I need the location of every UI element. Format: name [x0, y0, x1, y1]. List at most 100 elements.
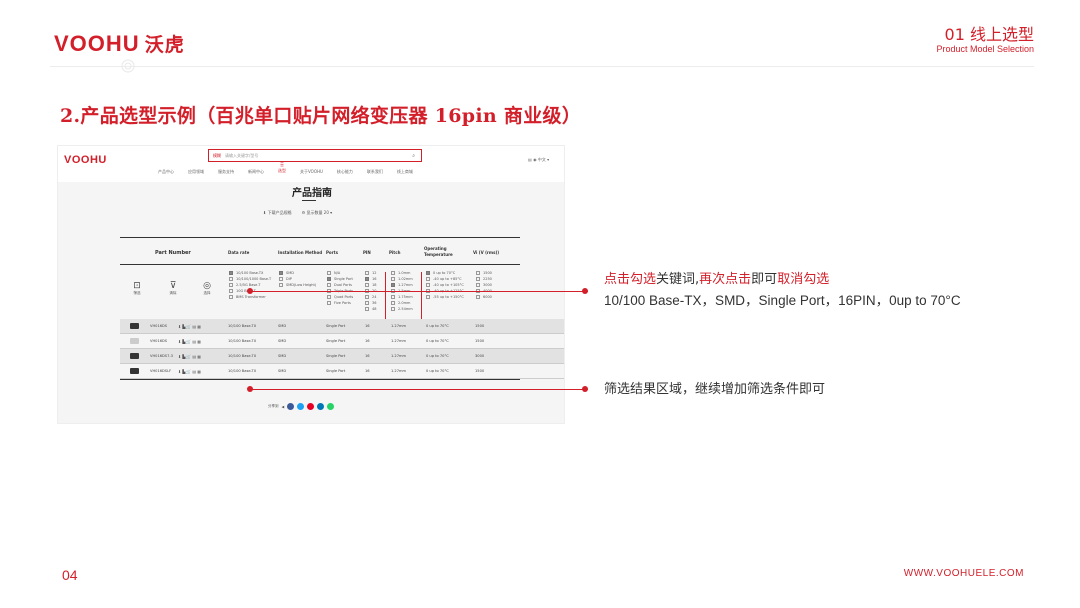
checkbox[interactable]	[365, 283, 369, 287]
linkedin-icon[interactable]	[317, 403, 325, 410]
row-tools[interactable]: ⬇▙🛒▤▦	[178, 339, 202, 344]
site-search-input[interactable]: 模糊 请输入关键字/型号 ⌕	[208, 149, 422, 162]
cell-temp: 0 up to 70°C	[426, 369, 449, 373]
checkbox[interactable]	[229, 283, 233, 287]
nav-item[interactable]: 新闻中心	[248, 169, 264, 175]
nav-item[interactable]: 线上商城	[397, 169, 413, 175]
checkbox[interactable]	[279, 277, 283, 281]
filter-option[interactable]: 2.54mm	[391, 306, 413, 312]
cell-part[interactable]: VH016DS	[150, 324, 167, 328]
row-tools[interactable]: ⬇▙🛒▤▦	[178, 324, 202, 329]
voohu-logo: VOOHU 沃虎	[54, 30, 185, 57]
checkbox[interactable]	[476, 277, 480, 281]
checkbox[interactable]	[391, 307, 395, 311]
col-ports: Ports	[326, 250, 338, 255]
checkbox[interactable]	[365, 295, 369, 299]
callout-span: 关键词,	[656, 272, 700, 287]
checkbox[interactable]	[365, 271, 369, 275]
header-divider	[50, 66, 1034, 67]
filter-option-label: 2.0mm	[398, 301, 411, 305]
table-row[interactable]: VH016DS7-3 ⬇▙🛒▤▦ 10/100 Base-TX SMD Sing…	[120, 349, 564, 364]
nav-item[interactable]: 核心能力	[337, 169, 353, 175]
nav-item[interactable]: 联系我们	[367, 169, 383, 175]
checkbox[interactable]	[229, 271, 233, 275]
whatsapp-icon[interactable]	[327, 403, 335, 410]
checkbox[interactable]	[426, 277, 430, 281]
nav-item[interactable]: 服务支持	[218, 169, 234, 175]
table-row[interactable]: VH016DS ⬇▙🛒▤▦ 10/100 Base-TX SMD Single …	[120, 319, 564, 334]
callout-results-text: 筛选结果区域，继续增加筛选条件即可	[604, 382, 826, 397]
cell-mount: SMD	[278, 339, 287, 343]
twitter-icon[interactable]	[297, 403, 305, 410]
checkbox[interactable]	[391, 295, 395, 299]
search-mode-tag[interactable]: 模糊	[213, 153, 221, 159]
filter-option-label: 16	[372, 277, 377, 281]
checkbox[interactable]	[391, 277, 395, 281]
checkbox[interactable]	[426, 295, 430, 299]
row-tools[interactable]: ⬇▙🛒▤▦	[178, 369, 202, 374]
filter-option-label: 18	[372, 283, 377, 287]
table-row[interactable]: VH016DSLF ⬇▙🛒▤▦ 10/100 Base-TX SMD Singl…	[120, 364, 564, 379]
download-button[interactable]: ⬇ 下载产品规格	[263, 210, 292, 216]
cell-pin: 16	[365, 354, 370, 358]
filter-divider-red	[385, 272, 386, 320]
nav-item[interactable]: 产品中心	[158, 169, 174, 175]
guide-actions: ⬇ 下载产品规格 ⚙ 显示数量 20 ▾	[263, 210, 332, 216]
filter-option[interactable]: -55 up to +150°C	[426, 294, 464, 300]
filter-button-label: 筛选	[133, 291, 141, 295]
col-pin: PIN	[363, 250, 371, 255]
checkbox[interactable]	[229, 277, 233, 281]
checkbox[interactable]	[229, 289, 233, 293]
checkbox[interactable]	[279, 271, 283, 275]
language-selector[interactable]: ▤ ◉ 中文 ▾	[528, 157, 549, 163]
checkbox[interactable]	[476, 271, 480, 275]
product-thumbnail	[130, 368, 139, 374]
nav-item[interactable]: 应用领域	[188, 169, 204, 175]
cell-part[interactable]: VH016DS	[150, 339, 167, 343]
nav-item[interactable]: 关于VOOHU	[300, 169, 323, 175]
checkbox[interactable]	[327, 271, 331, 275]
filter-option-label: 48	[372, 307, 377, 311]
checkbox[interactable]	[391, 301, 395, 305]
site-url[interactable]: WWW.VOOHUELE.COM	[904, 568, 1024, 579]
checkbox[interactable]	[229, 295, 233, 299]
pinterest-icon[interactable]	[307, 403, 315, 410]
clear-button[interactable]: ⊽ 清除	[164, 281, 182, 296]
cell-part[interactable]: VH016DSLF	[150, 369, 171, 373]
filter-option[interactable]: SMD(Low Height)	[279, 282, 316, 288]
filter-option[interactable]: 48	[365, 306, 376, 312]
checkbox[interactable]	[426, 271, 430, 275]
filter-option[interactable]: BMS Transformer	[229, 294, 271, 300]
checkbox[interactable]	[327, 301, 331, 305]
row-tools[interactable]: ⬇▙🛒▤▦	[178, 354, 202, 359]
checkbox[interactable]	[391, 271, 395, 275]
facebook-icon[interactable]	[287, 403, 295, 410]
checkbox[interactable]	[365, 277, 369, 281]
callout-span: 即可	[751, 272, 778, 287]
checkbox[interactable]	[327, 277, 331, 281]
checkbox[interactable]	[327, 295, 331, 299]
checkbox[interactable]	[279, 283, 283, 287]
filter-option-label: Dual Ports	[334, 283, 352, 287]
checkbox[interactable]	[391, 283, 395, 287]
filter-option-label: -40 up to +85°C	[433, 277, 462, 281]
chevron-down-icon: ▾	[547, 157, 550, 162]
site-logo[interactable]: VOOHU	[64, 154, 107, 166]
checkbox[interactable]	[327, 283, 331, 287]
display-count-select[interactable]: ⚙ 显示数量 20 ▾	[302, 210, 333, 216]
table-row[interactable]: VH016DS ⬇▙🛒▤▦ 10/100 Base-TX SMD Single …	[120, 334, 564, 349]
search-icon[interactable]: ⌕	[412, 153, 415, 159]
checkbox[interactable]	[365, 307, 369, 311]
select-button[interactable]: ◎ 选择	[198, 281, 216, 296]
cell-part[interactable]: VH016DS7-3	[150, 354, 173, 358]
nav-grid-button[interactable]: ⠿ 选型	[278, 163, 286, 175]
filter-option[interactable]: 6000	[476, 294, 492, 300]
filter-option[interactable]: Five Ports	[327, 300, 353, 306]
checkbox[interactable]	[365, 301, 369, 305]
checkbox[interactable]	[476, 283, 480, 287]
cell-temp: 0 up to 70°C	[426, 339, 449, 343]
checkbox[interactable]	[426, 283, 430, 287]
filter-button[interactable]: ⊡ 筛选	[128, 281, 146, 296]
filter-option-label: 0 up to 70°C	[433, 271, 456, 275]
checkbox[interactable]	[476, 295, 480, 299]
